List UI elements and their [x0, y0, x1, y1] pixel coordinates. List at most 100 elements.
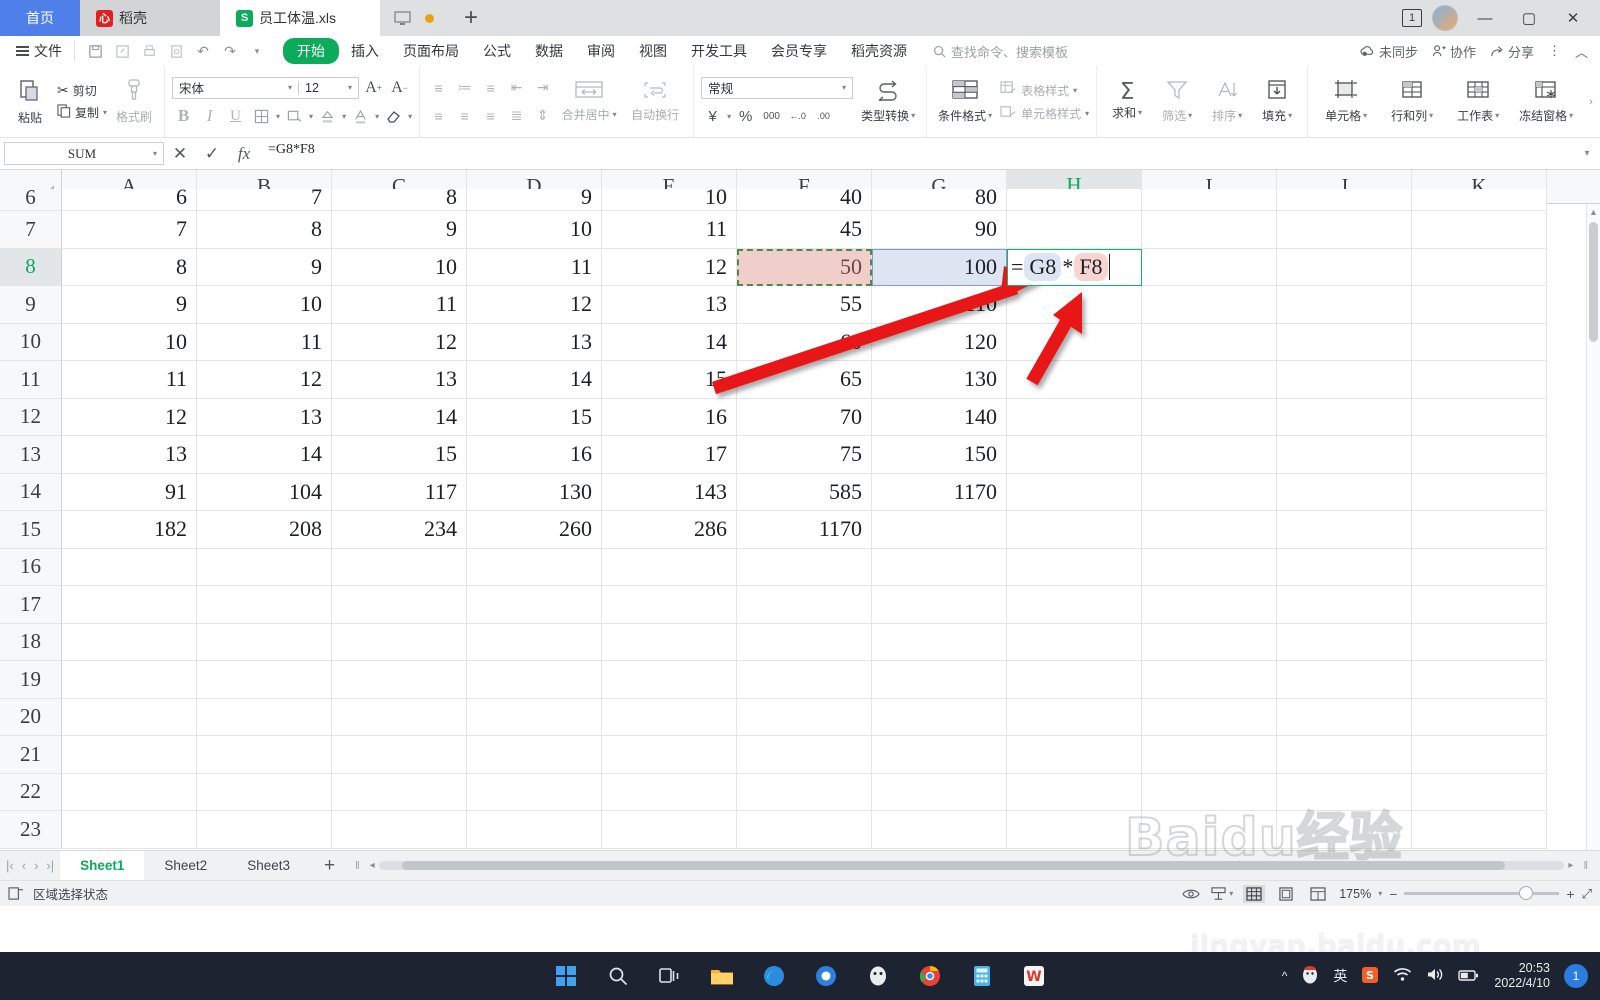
cell-A15[interactable]: 182: [62, 511, 197, 549]
cell-J6[interactable]: [1277, 189, 1412, 211]
cell-G16[interactable]: [872, 548, 1007, 586]
cell-I18[interactable]: [1142, 623, 1277, 661]
cell-I6[interactable]: [1142, 189, 1277, 211]
italic-button[interactable]: I: [198, 106, 221, 127]
sogou-icon[interactable]: S: [1361, 966, 1379, 987]
eraser-icon[interactable]: [382, 106, 405, 127]
cell-C22[interactable]: [332, 773, 467, 811]
cell-G21[interactable]: [872, 736, 1007, 774]
align-middle-icon[interactable]: ≔: [453, 77, 476, 98]
cell-J20[interactable]: [1277, 698, 1412, 736]
search-icon[interactable]: [603, 961, 633, 991]
table-style-button[interactable]: 表格样式 ▾: [1000, 81, 1089, 99]
qq-icon[interactable]: [863, 961, 893, 991]
cell-J19[interactable]: [1277, 661, 1412, 699]
cell-D8[interactable]: 11: [467, 248, 602, 286]
cell-D11[interactable]: 14: [467, 361, 602, 399]
cell-K19[interactable]: [1412, 661, 1547, 699]
font-name-input[interactable]: 宋体 ▾: [173, 78, 298, 97]
cell-E22[interactable]: [602, 773, 737, 811]
increase-indent-icon[interactable]: ⇥: [531, 77, 554, 98]
cell-H9[interactable]: [1007, 286, 1142, 324]
cell-J13[interactable]: [1277, 436, 1412, 474]
cell-K21[interactable]: [1412, 736, 1547, 774]
cell-C21[interactable]: [332, 736, 467, 774]
cell-C9[interactable]: 11: [332, 286, 467, 324]
cell-K20[interactable]: [1412, 698, 1547, 736]
font-color-icon[interactable]: [349, 106, 372, 127]
paste-button[interactable]: 粘贴: [7, 78, 53, 126]
cell-shade-caret-icon[interactable]: ▾: [309, 112, 313, 121]
percent-format-button[interactable]: %: [734, 106, 757, 127]
customize-qat-icon[interactable]: ▾: [245, 40, 269, 62]
comma-format-button[interactable]: 000: [760, 106, 783, 127]
ribbon-tab-review[interactable]: 审阅: [575, 38, 627, 64]
cell-A23[interactable]: [62, 811, 197, 849]
cell-D23[interactable]: [467, 811, 602, 849]
cell-I7[interactable]: [1142, 211, 1277, 249]
cell-F22[interactable]: [737, 773, 872, 811]
cell-G10[interactable]: 120: [872, 323, 1007, 361]
qq-tray-icon[interactable]: [1301, 965, 1319, 987]
cell-B15[interactable]: 208: [197, 511, 332, 549]
cell-A13[interactable]: 13: [62, 436, 197, 474]
zoom-out-button[interactable]: −: [1389, 886, 1397, 902]
scroll-left-arrow-icon[interactable]: ◂: [370, 860, 375, 871]
name-box[interactable]: SUM ▾: [4, 142, 164, 165]
decrease-font-size-button[interactable]: A −: [388, 77, 411, 98]
cell-E15[interactable]: 286: [602, 511, 737, 549]
cell-G11[interactable]: 130: [872, 361, 1007, 399]
cell-F11[interactable]: 65: [737, 361, 872, 399]
taskbar-clock[interactable]: 20:53 2022/4/10: [1494, 961, 1550, 991]
cell-A22[interactable]: [62, 773, 197, 811]
page-break-view-icon[interactable]: [1307, 885, 1329, 903]
undo-icon[interactable]: ↶: [191, 40, 215, 62]
cell-H10[interactable]: [1007, 323, 1142, 361]
print-preview-icon[interactable]: [164, 40, 188, 62]
cell-J9[interactable]: [1277, 286, 1412, 324]
ribbon-expand-button[interactable]: ›: [1584, 66, 1598, 137]
increase-font-size-button[interactable]: A +: [362, 77, 385, 98]
sheet-tab-sheet3[interactable]: Sheet3: [227, 851, 310, 880]
cell-H23[interactable]: [1007, 811, 1142, 849]
cell-I10[interactable]: [1142, 323, 1277, 361]
cell-I19[interactable]: [1142, 661, 1277, 699]
cell-B11[interactable]: 12: [197, 361, 332, 399]
borders-icon[interactable]: [250, 106, 273, 127]
zoom-slider-knob[interactable]: [1519, 886, 1534, 900]
fill-color-icon[interactable]: [316, 106, 339, 127]
wifi-icon[interactable]: [1393, 967, 1412, 985]
avatar[interactable]: [1432, 5, 1458, 31]
fullscreen-icon[interactable]: ⤢: [1582, 886, 1592, 902]
ribbon-tab-data[interactable]: 数据: [523, 38, 575, 64]
cell-D12[interactable]: 15: [467, 398, 602, 436]
cell-I22[interactable]: [1142, 773, 1277, 811]
row-header-20[interactable]: 20: [0, 698, 62, 736]
underline-button[interactable]: U: [224, 106, 247, 127]
tab-docer[interactable]: 心 稻壳: [80, 0, 220, 36]
cell-H16[interactable]: [1007, 548, 1142, 586]
confirm-formula-button[interactable]: ✓: [196, 140, 228, 168]
cell-B18[interactable]: [197, 623, 332, 661]
cell-D19[interactable]: [467, 661, 602, 699]
file-menu-button[interactable]: 文件: [8, 41, 70, 61]
cell-K11[interactable]: [1412, 361, 1547, 399]
row-header-9[interactable]: 9: [0, 286, 62, 324]
cell-J10[interactable]: [1277, 323, 1412, 361]
conditional-format-button[interactable]: 条件格式 ▾: [934, 79, 996, 124]
scroll-split-grip[interactable]: ‖: [349, 860, 366, 872]
minimize-button[interactable]: —: [1468, 1, 1502, 35]
formula-input[interactable]: =G8*F8: [260, 142, 1578, 165]
search-commands-box[interactable]: 查找命令、搜索模板: [933, 42, 1068, 61]
currency-caret-icon[interactable]: ▾: [727, 112, 731, 121]
align-right-icon[interactable]: ≡: [479, 105, 502, 126]
cell-K9[interactable]: [1412, 286, 1547, 324]
restore-window-count[interactable]: 1: [1402, 9, 1422, 27]
cell-C15[interactable]: 234: [332, 511, 467, 549]
align-left-icon[interactable]: ≡: [427, 105, 450, 126]
page-layout-view-icon[interactable]: [1275, 885, 1297, 903]
cell-I21[interactable]: [1142, 736, 1277, 774]
cell-H13[interactable]: [1007, 436, 1142, 474]
cell-E9[interactable]: 13: [602, 286, 737, 324]
cell-F18[interactable]: [737, 623, 872, 661]
